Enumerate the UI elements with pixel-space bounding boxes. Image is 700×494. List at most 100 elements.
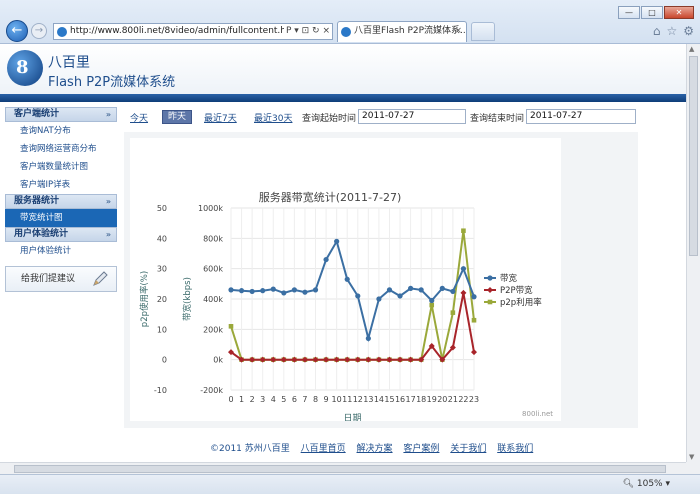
x-tick-label: 20 (437, 395, 447, 404)
sidebar-item-client-ip[interactable]: 客户端IP详表 (5, 176, 117, 194)
footer-link-home[interactable]: 八百里首页 (301, 444, 346, 454)
sidebar-section-server[interactable]: 服务器统计 » (5, 194, 117, 209)
legend-label: P2P带宽 (500, 285, 533, 296)
x-tick-label: 17 (406, 395, 416, 404)
x-axis-title: 日期 (343, 413, 361, 421)
right-tick-label: 1000k (198, 204, 223, 213)
data-point (471, 317, 477, 323)
data-point (334, 238, 340, 244)
forward-arrow-icon: → (34, 25, 44, 36)
bandwidth-chart: 服务器带宽统计(2011-7-27)50 1000k40 800k30 600k20 4… (139, 190, 542, 424)
date-toolbar: 今天 昨天 最近7天 最近30天 查询起始时间 2011-07-27 查询结束时… (124, 109, 638, 127)
maximize-button[interactable]: □ (641, 6, 663, 19)
sidebar-item-client-count[interactable]: 客户端数量统计图 (5, 158, 117, 176)
data-point (302, 289, 308, 295)
sidebar-item-bandwidth[interactable]: 带宽统计图 (5, 209, 117, 227)
settings-gear-icon[interactable]: ⚙ (683, 24, 694, 38)
chart-panel: 服务器带宽统计(2011-7-27) 50 1000k 40 800k 30 600k 20 4… (124, 132, 638, 428)
x-tick-label: 2 (250, 395, 255, 404)
legend-marker (487, 287, 493, 293)
back-button[interactable]: ← (6, 20, 28, 42)
yesterday-button[interactable]: 昨天 (162, 110, 192, 124)
start-time-input[interactable]: 2011-07-27 (358, 109, 466, 124)
x-tick-label: 15 (384, 395, 394, 404)
data-point (228, 287, 234, 293)
scroll-down-icon[interactable]: ▼ (689, 453, 694, 461)
left-tick-label: 50 (157, 204, 167, 213)
vertical-scroll-thumb[interactable] (689, 56, 698, 256)
window-controls: — □ ✕ (618, 6, 694, 19)
sidebar-item-isp[interactable]: 查询网络运营商分布 (5, 140, 117, 158)
minimize-button[interactable]: — (618, 6, 640, 19)
brand-title: Flash P2P流媒体系统 (48, 75, 176, 90)
legend-marker (487, 275, 493, 281)
browser-tab[interactable]: 八百里Flash P2P流媒体系... × (337, 21, 467, 42)
data-point (312, 287, 319, 293)
data-point (450, 310, 456, 315)
footer-link-contact[interactable]: 联系我们 (497, 444, 533, 454)
data-point (460, 289, 467, 296)
data-point (408, 285, 414, 291)
section-title: 客户端统计 (14, 109, 60, 119)
footer-link-about[interactable]: 关于我们 (450, 444, 486, 454)
page-header: 8 八百里 Flash P2P流媒体系统 (0, 44, 686, 94)
sidebar-section-client[interactable]: 客户端统计 » (5, 107, 117, 122)
tab-close-icon[interactable]: × (454, 22, 462, 41)
data-point (281, 290, 287, 296)
address-url: http://www.800li.net/8video/admin/fullco… (70, 26, 301, 36)
suggest-button[interactable]: 给我们提建议 (5, 266, 117, 292)
right-tick-label: 400k (203, 295, 223, 304)
back-arrow-icon: ← (11, 23, 23, 38)
address-tools[interactable]: P ▾ ⊡ ↻ × (283, 24, 330, 39)
right-tick-label: 800k (203, 234, 223, 243)
right-tick-label: -200k (200, 386, 223, 395)
horizontal-scrollbar[interactable] (0, 462, 686, 474)
address-bar[interactable]: http://www.800li.net/8video/admin/fullco… (53, 23, 333, 40)
x-tick-label: 4 (271, 395, 276, 404)
tab-title: 八百里Flash P2P流媒体系... (354, 26, 467, 36)
footer-link-solutions[interactable]: 解决方案 (357, 444, 393, 454)
zoom-icon: 🔍︎ (622, 479, 637, 489)
series-line-1 (230, 292, 475, 362)
x-tick-label: 19 (427, 395, 437, 404)
data-point (344, 276, 350, 282)
horizontal-scroll-thumb[interactable] (14, 465, 666, 473)
sidebar-item-nat[interactable]: 查询NAT分布 (5, 122, 117, 140)
forward-button[interactable]: → (31, 23, 47, 39)
left-tick-label: 20 (157, 295, 167, 304)
left-tick-label: -10 (154, 386, 167, 395)
data-point (450, 288, 456, 295)
left-tick-label: 0 (162, 356, 167, 365)
last-30-days-link[interactable]: 最近30天 (254, 111, 292, 124)
data-point (228, 324, 234, 329)
page-viewport: 8 八百里 Flash P2P流媒体系统 客户端统计 » 查询NAT分布 查询网络… (0, 44, 686, 462)
x-tick-label: 22 (458, 395, 468, 404)
suggest-label: 给我们提建议 (21, 274, 76, 284)
end-time-input[interactable]: 2011-07-27 (526, 109, 636, 124)
data-point (386, 287, 393, 293)
logo-char: 8 (16, 57, 29, 78)
left-tick-label: 40 (157, 234, 167, 243)
last-7-days-link[interactable]: 最近7天 (204, 111, 237, 124)
x-tick-label: 14 (374, 395, 384, 404)
sidebar-section-experience[interactable]: 用户体验统计 » (5, 227, 117, 242)
footer-link-cases[interactable]: 客户案例 (403, 444, 439, 454)
new-tab-button[interactable] (471, 22, 495, 41)
x-tick-label: 11 (342, 395, 352, 404)
data-point (260, 288, 266, 294)
vertical-scrollbar[interactable]: ▲ ▼ (686, 44, 700, 462)
data-point (376, 296, 382, 302)
brand-chinese: 八百里 (48, 55, 90, 71)
x-tick-label: 7 (302, 395, 307, 404)
zoom-level[interactable]: 🔍︎ 105% ▾ (623, 479, 670, 489)
scroll-up-icon[interactable]: ▲ (689, 45, 694, 53)
home-icon[interactable]: ⌂ (653, 24, 661, 38)
x-tick-label: 6 (292, 395, 297, 404)
data-point (270, 286, 276, 292)
sidebar-item-experience[interactable]: 用户体验统计 (5, 242, 117, 260)
browser-chrome: — □ ✕ ← → http://www.800li.net/8video/ad… (0, 0, 700, 44)
today-link[interactable]: 今天 (130, 111, 148, 124)
close-window-button[interactable]: ✕ (664, 6, 694, 19)
data-point (418, 287, 424, 293)
favorites-star-icon[interactable]: ☆ (666, 24, 677, 38)
